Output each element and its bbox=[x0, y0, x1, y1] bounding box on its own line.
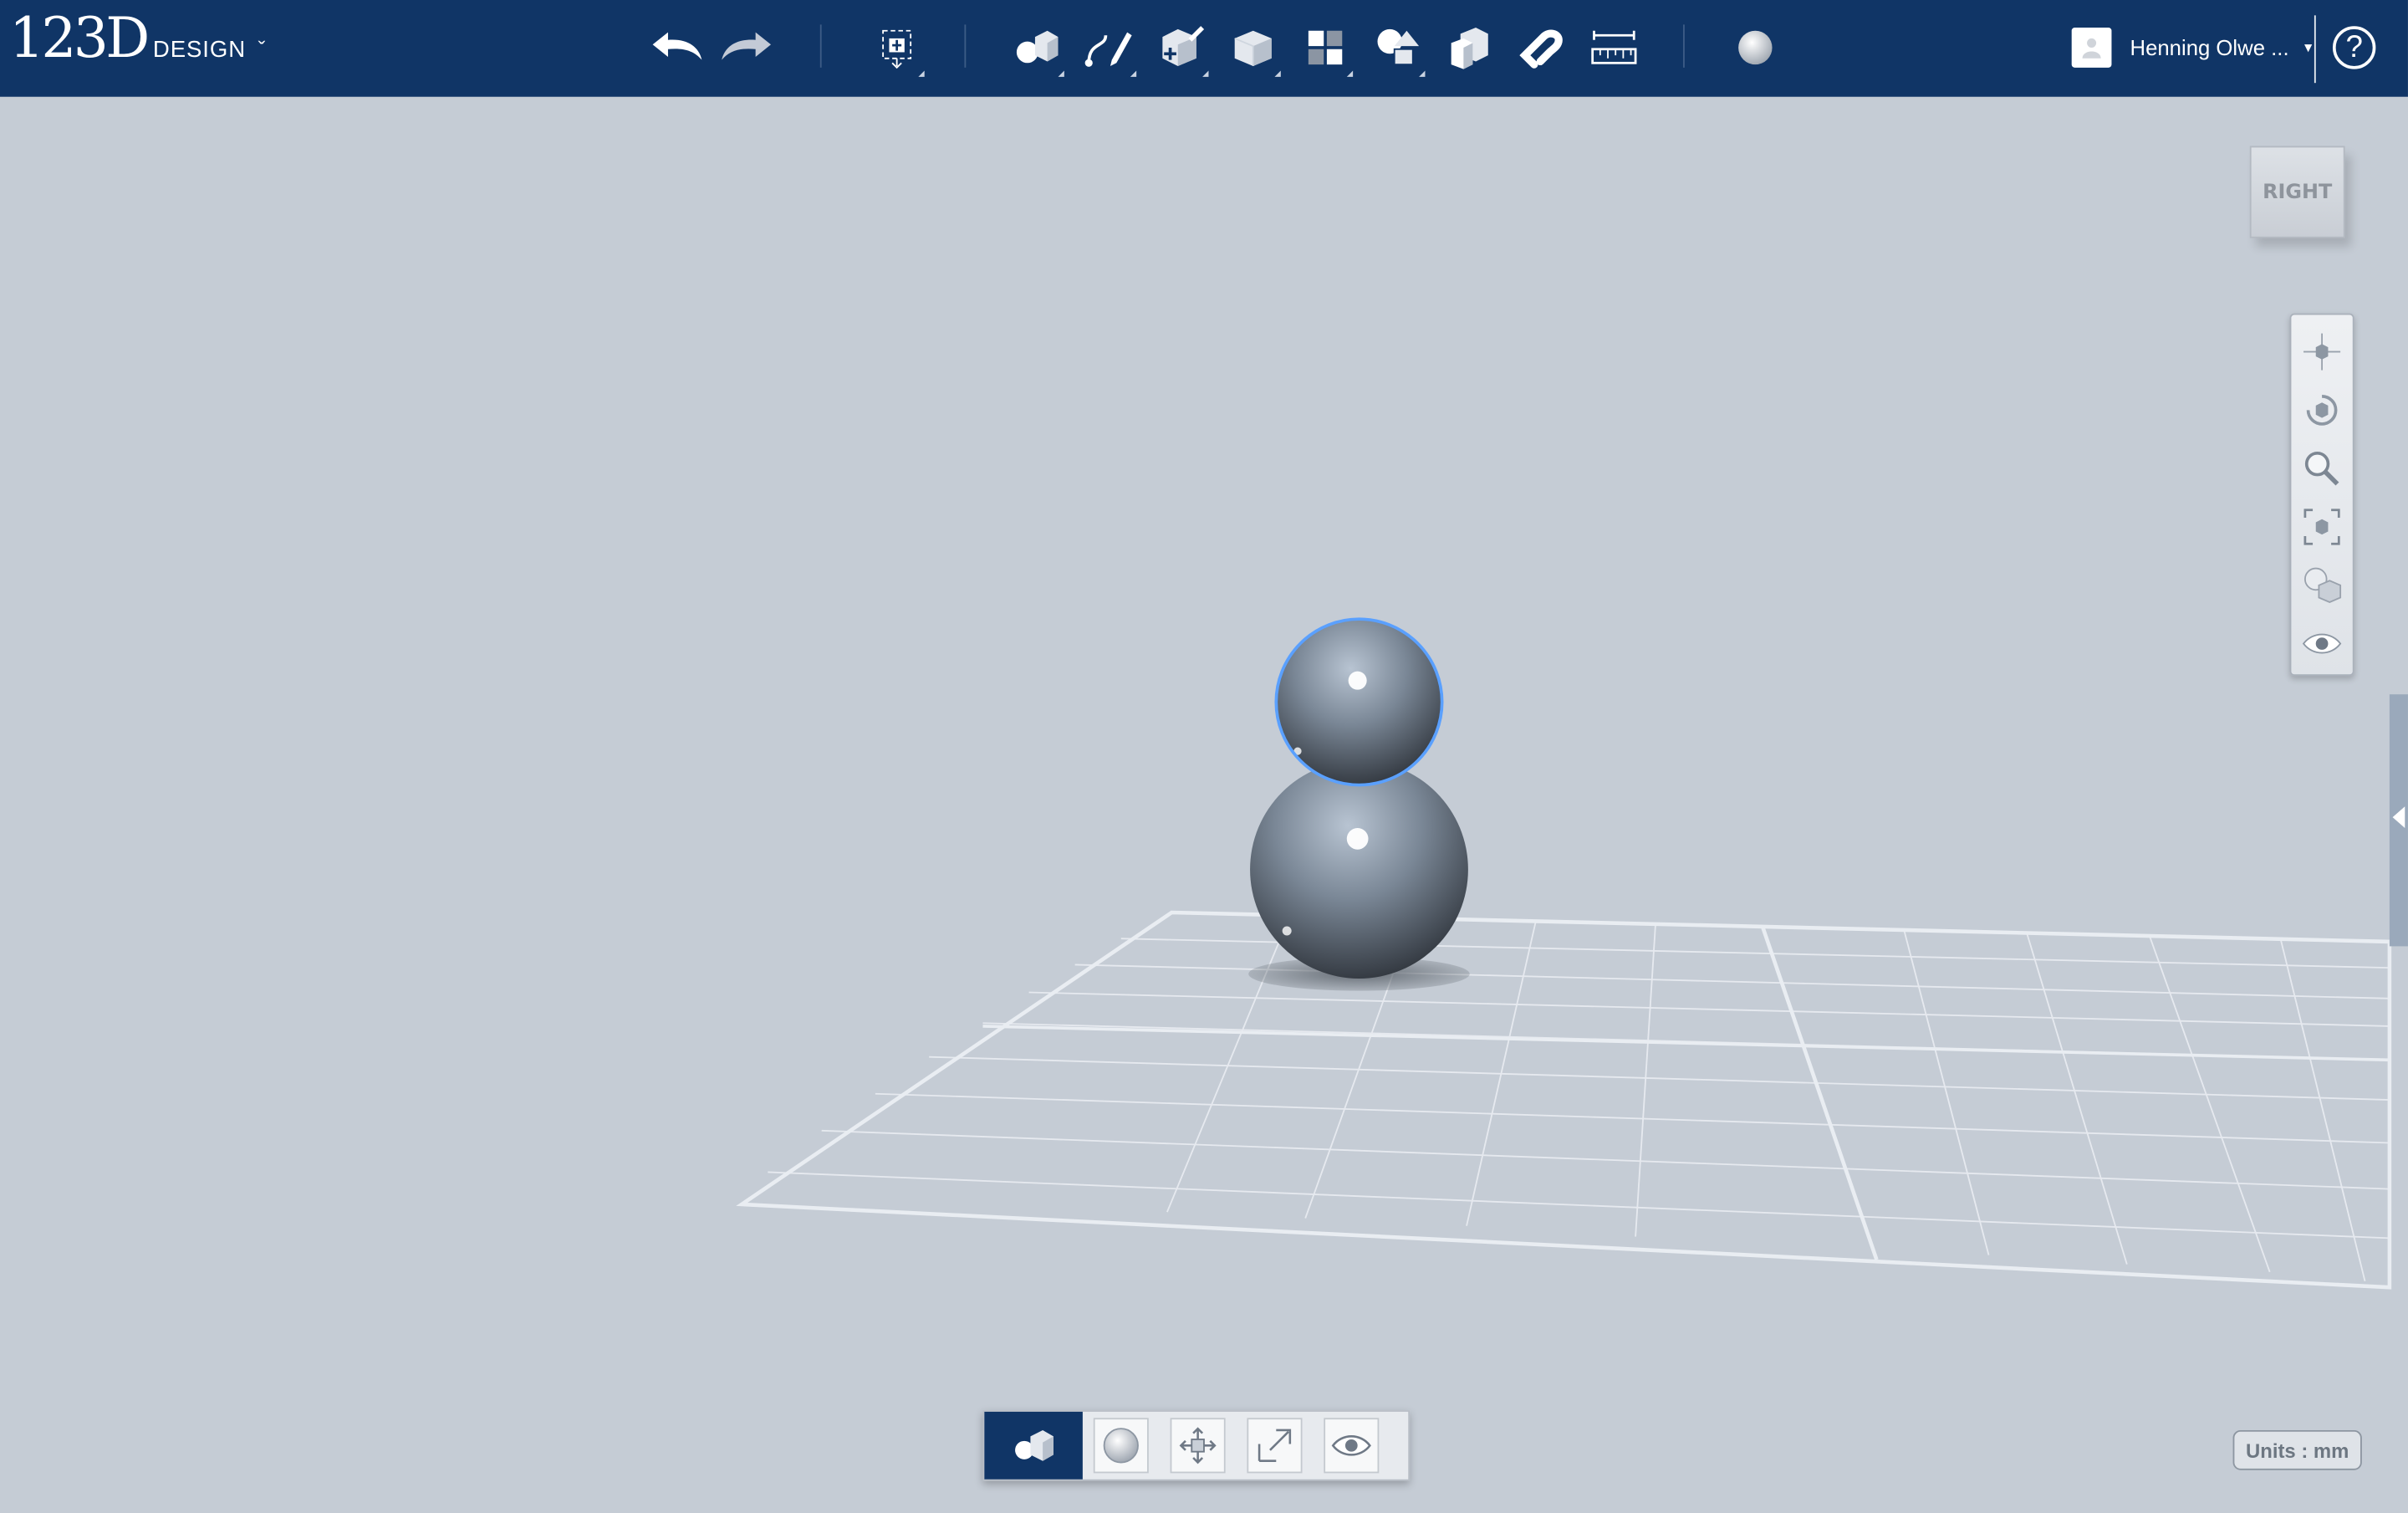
select-sphere-icon bbox=[1103, 1428, 1139, 1464]
toolbar-separator bbox=[2314, 15, 2316, 84]
modify-button[interactable] bbox=[1222, 15, 1283, 79]
sketch-icon bbox=[1084, 32, 1132, 67]
view-mode-button[interactable] bbox=[2300, 564, 2343, 606]
expand-panel-arrow-icon[interactable] bbox=[2392, 806, 2405, 828]
pattern-icon bbox=[1308, 30, 1343, 65]
app-logo-menu[interactable]: 123D DESIGN ˇ bbox=[9, 8, 266, 71]
chevron-down-icon: ˇ bbox=[258, 37, 266, 62]
scale-icon bbox=[1258, 1429, 1292, 1462]
toolbar-separator bbox=[1683, 24, 1685, 68]
undo-button[interactable] bbox=[645, 15, 706, 79]
measure-button[interactable] bbox=[1584, 15, 1645, 79]
logo-number: 123D bbox=[9, 8, 150, 71]
orbit-button[interactable] bbox=[2300, 389, 2343, 432]
user-menu[interactable]: Henning Olwe ... ▾ bbox=[2071, 28, 2313, 68]
fit-button[interactable] bbox=[2300, 505, 2343, 548]
move-icon bbox=[1179, 1427, 1217, 1464]
user-icon bbox=[2082, 38, 2101, 59]
view-cube[interactable]: RIGHT bbox=[2249, 146, 2345, 238]
view-mode-icon bbox=[2303, 567, 2342, 603]
primitives-icon bbox=[1016, 30, 1059, 64]
work-plane-grid bbox=[736, 910, 2392, 1290]
material-button[interactable] bbox=[1725, 15, 1786, 79]
toolbar-separator bbox=[819, 24, 822, 68]
select-sphere-button[interactable] bbox=[1083, 1412, 1160, 1480]
chevron-down-icon: ▾ bbox=[2303, 38, 2313, 57]
user-name: Henning Olwe ... bbox=[2130, 35, 2289, 60]
avatar bbox=[2071, 28, 2112, 68]
help-icon: ? bbox=[2345, 29, 2363, 64]
visibility-icon bbox=[2302, 633, 2342, 654]
redo-icon bbox=[722, 32, 772, 60]
construct-button[interactable] bbox=[1150, 15, 1212, 79]
snap-icon bbox=[1519, 29, 1563, 69]
sketch-button[interactable] bbox=[1078, 15, 1139, 79]
orbit-icon bbox=[2306, 395, 2338, 426]
modify-icon bbox=[1234, 30, 1272, 66]
toolbar-separator bbox=[964, 24, 967, 68]
zoom-icon bbox=[2304, 451, 2339, 486]
measure-icon bbox=[1591, 30, 1637, 64]
context-toolbar bbox=[982, 1410, 1411, 1481]
help-button[interactable]: ? bbox=[2332, 26, 2376, 69]
combine-button[interactable] bbox=[1439, 15, 1500, 79]
pattern-button[interactable] bbox=[1294, 15, 1355, 79]
top-toolbar: 123D DESIGN ˇ Henning Olwe ... ▾ ? bbox=[0, 0, 2408, 97]
grouping-icon bbox=[1377, 28, 1420, 66]
transform-icon bbox=[882, 29, 912, 69]
pan-button[interactable] bbox=[2300, 330, 2343, 373]
units-label: Units : mm bbox=[2246, 1439, 2349, 1462]
3d-viewport[interactable] bbox=[0, 97, 2408, 1505]
eye-button[interactable] bbox=[1313, 1412, 1390, 1480]
scale-button[interactable] bbox=[1237, 1412, 1314, 1480]
grouping-button[interactable] bbox=[1367, 15, 1428, 79]
sphere-bottom bbox=[1250, 760, 1468, 979]
transform-button[interactable] bbox=[866, 15, 927, 79]
units-button[interactable]: Units : mm bbox=[2232, 1429, 2362, 1470]
select-solid-button[interactable] bbox=[984, 1411, 1083, 1480]
primitives-button[interactable] bbox=[1006, 15, 1067, 79]
select-solid-icon bbox=[1015, 1429, 1054, 1461]
scene-canvas[interactable] bbox=[0, 97, 2408, 1505]
eye-icon bbox=[1331, 1435, 1371, 1456]
material-icon bbox=[1738, 30, 1773, 65]
fit-icon bbox=[2303, 509, 2340, 545]
view-cube-face-label: RIGHT bbox=[2263, 180, 2333, 204]
undo-icon bbox=[652, 32, 702, 60]
visibility-button[interactable] bbox=[2300, 622, 2343, 665]
pan-icon bbox=[2303, 333, 2341, 371]
construct-icon bbox=[1162, 26, 1205, 66]
logo-word: DESIGN bbox=[152, 37, 247, 64]
combine-icon bbox=[1451, 28, 1488, 69]
zoom-button[interactable] bbox=[2300, 447, 2343, 489]
move-button[interactable] bbox=[1160, 1412, 1237, 1480]
navigation-bar bbox=[2289, 313, 2354, 677]
redo-button[interactable] bbox=[717, 15, 778, 79]
snap-button[interactable] bbox=[1511, 15, 1572, 79]
